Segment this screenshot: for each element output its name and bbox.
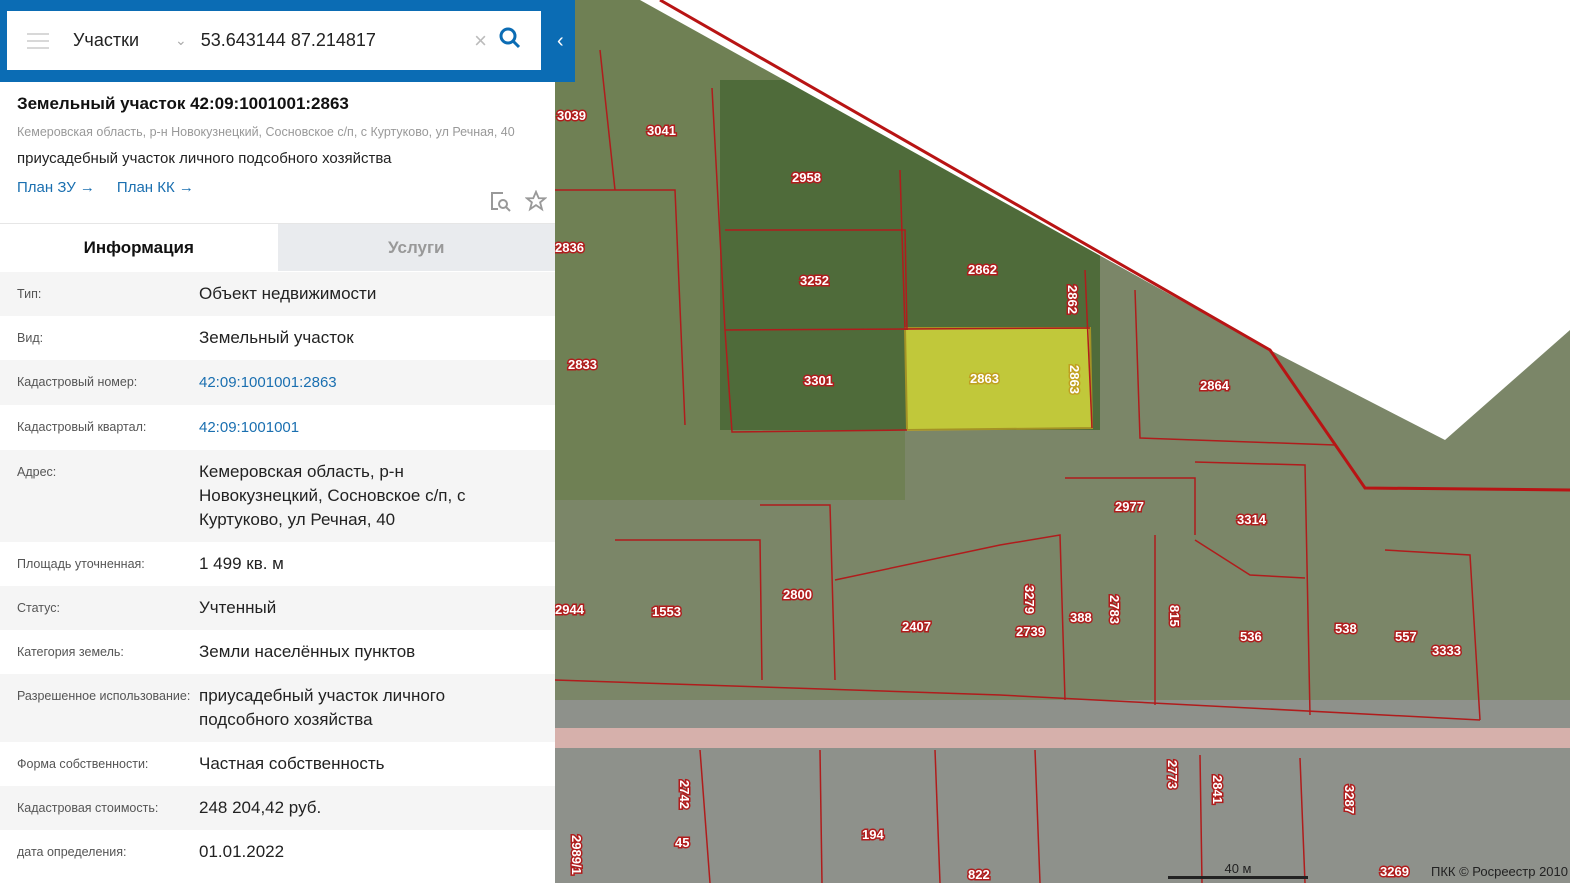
- parcel-label: 3279: [1022, 585, 1037, 614]
- row-label: Кадастровый квартал:: [17, 420, 147, 434]
- parcel-label: 2739: [1016, 624, 1045, 639]
- map-scale-bar: 40 м: [1168, 861, 1308, 879]
- favorite-star-icon[interactable]: [524, 189, 548, 217]
- parcel-label-selected: 2863: [1067, 365, 1082, 394]
- parcel-label: 1553: [652, 604, 681, 619]
- parcel-label: 2800: [783, 587, 812, 602]
- parcel-label: 3301: [804, 373, 833, 388]
- parcel-label: 2833: [568, 357, 597, 372]
- zoom-to-object-icon[interactable]: [489, 190, 511, 217]
- parcel-label: 3333: [1432, 643, 1461, 658]
- tab-services[interactable]: Услуги: [277, 224, 555, 271]
- parcel-label: 3287: [1342, 785, 1357, 814]
- info-row: Кадастровая стоимость: 248 204,42 руб.: [0, 786, 555, 830]
- info-row: Разрешенное использование: приусадебный у…: [0, 674, 555, 742]
- parcel-label: 2944: [555, 602, 585, 617]
- row-value: Кемеровская область, р-н Новокузнецкий, …: [199, 462, 466, 529]
- info-row: Тип: Объект недвижимости: [0, 272, 555, 316]
- info-row: дата определения: 01.01.2022: [0, 830, 555, 874]
- parcel-label: 2742: [677, 780, 692, 809]
- info-panel: Земельный участок 42:09:1001001:2863 Кем…: [0, 0, 555, 883]
- row-label: дата определения:: [17, 845, 127, 859]
- parcel-label: 45: [675, 835, 689, 850]
- parcel-label: 3314: [1237, 512, 1267, 527]
- parcel-label: 2864: [1200, 378, 1230, 393]
- row-label: Разрешенное использование:: [17, 689, 191, 703]
- parcel-label: 2862: [1065, 285, 1080, 314]
- row-value: Земли населённых пунктов: [199, 642, 416, 661]
- row-label: Адрес:: [17, 465, 57, 479]
- parcel-label: 536: [1240, 629, 1262, 644]
- parcel-label: 388: [1070, 610, 1092, 625]
- row-value: приусадебный участок личного подсобного …: [199, 686, 446, 729]
- parcel-label: 2783: [1107, 595, 1122, 624]
- row-value: 1 499 кв. м: [199, 554, 284, 573]
- row-label: Площадь уточненная:: [17, 557, 145, 571]
- menu-icon[interactable]: [27, 32, 49, 49]
- collapse-panel-icon[interactable]: ‹: [557, 30, 564, 53]
- info-row: Кадастровый номер: 42:09:1001001:2863: [0, 360, 555, 405]
- map-copyright: ПКК © Росреестр 2010: [1430, 864, 1568, 879]
- search-box: Участки ⌄ 53.643144 87.214817 ×: [7, 11, 541, 70]
- row-label: Категория земель:: [17, 645, 124, 659]
- plan-kk-link[interactable]: План КК →: [117, 179, 194, 196]
- row-label: Статус:: [17, 601, 60, 615]
- clear-icon[interactable]: ×: [474, 28, 487, 54]
- info-row: Адрес: Кемеровская область, р-н Новокузне…: [0, 450, 555, 542]
- row-value: Земельный участок: [199, 328, 354, 347]
- row-label: Кадастровый номер:: [17, 375, 138, 389]
- parcel-label: 822: [968, 867, 990, 882]
- parcel-label: 2989/1: [569, 835, 584, 875]
- info-row: Вид: Земельный участок: [0, 316, 555, 360]
- info-row: Кадастровый квартал: 42:09:1001001: [0, 405, 555, 450]
- info-table: Тип: Объект недвижимости Вид: Земельный уч…: [0, 272, 555, 874]
- info-row: Категория земель: Земли населённых пункто…: [0, 630, 555, 674]
- object-use: приусадебный участок личного подсобного …: [17, 150, 392, 167]
- tab-info[interactable]: Информация: [0, 224, 278, 271]
- parcel-label: 2407: [902, 619, 931, 634]
- row-label: Кадастровая стоимость:: [17, 801, 159, 815]
- chevron-down-icon[interactable]: ⌄: [175, 32, 187, 49]
- row-value: Учтенный: [199, 598, 277, 617]
- object-address: Кемеровская область, р-н Новокузнецкий, …: [17, 125, 515, 139]
- row-value: 248 204,42 руб.: [199, 798, 322, 817]
- parcel-label: 3039: [557, 108, 586, 123]
- object-header: Земельный участок 42:09:1001001:2863 Кем…: [17, 94, 537, 196]
- search-input[interactable]: 53.643144 87.214817: [201, 30, 474, 51]
- row-value: Объект недвижимости: [199, 284, 377, 303]
- parcel-label: 815: [1167, 605, 1182, 627]
- row-label: Тип:: [17, 287, 42, 301]
- cadastral-quarter-link[interactable]: 42:09:1001001: [199, 419, 299, 436]
- parcel-label: 2958: [792, 170, 821, 185]
- parcel-label: 2773: [1165, 760, 1180, 789]
- parcel-label: 2836: [555, 240, 584, 255]
- row-label: Вид:: [17, 331, 44, 345]
- parcel-label: 194: [862, 827, 884, 842]
- parcel-label: 538: [1335, 621, 1357, 636]
- layer-select[interactable]: Участки: [73, 30, 173, 51]
- parcel-label-selected: 2863: [970, 371, 999, 386]
- row-value: Частная собственность: [199, 754, 385, 773]
- parcel-label: 3252: [800, 273, 829, 288]
- plan-zu-link[interactable]: План ЗУ →: [17, 179, 95, 196]
- search-icon[interactable]: [499, 27, 521, 54]
- row-value: 01.01.2022: [199, 842, 285, 861]
- parcel-label: 2977: [1115, 499, 1144, 514]
- row-label: Форма собственности:: [17, 757, 149, 771]
- parcel-label: 3269: [1380, 864, 1409, 879]
- cadastral-number-link[interactable]: 42:09:1001001:2863: [199, 374, 337, 391]
- info-row: Статус: Учтенный: [0, 586, 555, 630]
- info-row: Форма собственности: Частная собственност…: [0, 742, 555, 786]
- search-bar-container: Участки ⌄ 53.643144 87.214817 × ‹: [0, 0, 575, 82]
- parcel-label: 3041: [647, 123, 676, 138]
- parcel-label: 557: [1395, 629, 1417, 644]
- object-title: Земельный участок 42:09:1001001:2863: [17, 94, 349, 113]
- parcel-label: 2841: [1210, 775, 1225, 804]
- parcel-label: 2862: [968, 262, 997, 277]
- info-row: Площадь уточненная: 1 499 кв. м: [0, 542, 555, 586]
